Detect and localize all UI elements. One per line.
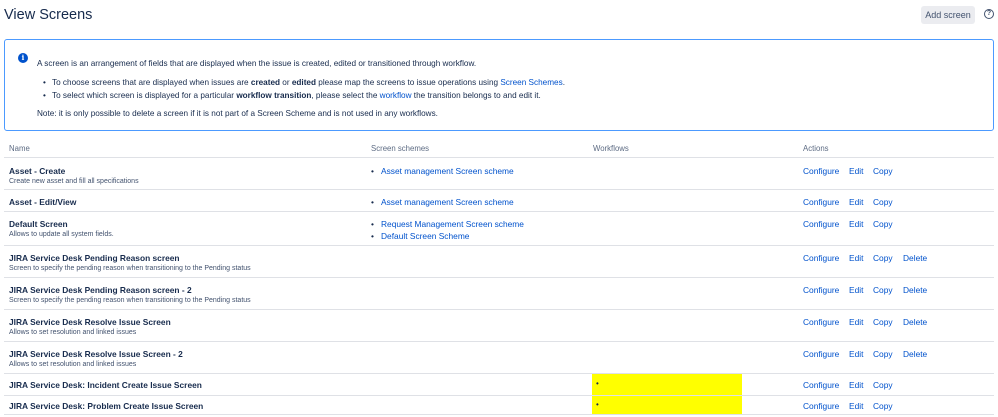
help-icon[interactable]: ? (984, 9, 994, 19)
row-divider (4, 189, 994, 190)
edit-link[interactable]: Edit (849, 166, 863, 176)
screen-name: JIRA Service Desk Resolve Issue Screen (9, 317, 171, 327)
workflow-highlight (592, 396, 742, 414)
text-edited: edited (291, 78, 316, 87)
edit-link[interactable]: Edit (849, 253, 863, 263)
copy-link[interactable]: Copy (873, 197, 893, 207)
screen-description: Allows to update all system fields. (9, 231, 114, 238)
row-divider (4, 341, 994, 342)
column-header-actions: Actions (803, 144, 829, 153)
screen-name: JIRA Service Desk Resolve Issue Screen -… (9, 349, 183, 359)
screen-scheme-link[interactable]: Asset management Screen scheme (371, 197, 514, 207)
delete-link[interactable]: Delete (903, 285, 927, 295)
copy-link[interactable]: Copy (873, 401, 893, 411)
copy-link[interactable]: Copy (873, 219, 893, 229)
configure-link[interactable]: Configure (803, 253, 839, 263)
info-note: Note: it is only possible to delete a sc… (37, 109, 438, 118)
configure-link[interactable]: Configure (803, 401, 839, 411)
text: To choose screens that are displayed whe… (52, 78, 251, 87)
screen-name: JIRA Service Desk: Incident Create Issue… (9, 380, 202, 390)
info-bullet-workflow: To select which screen is displayed for … (43, 91, 541, 100)
workflow-highlight (592, 374, 742, 395)
column-header-screen-schemes: Screen schemes (371, 144, 430, 153)
configure-link[interactable]: Configure (803, 166, 839, 176)
screen-description: Screen to specify the pending reason whe… (9, 297, 251, 304)
copy-link[interactable]: Copy (873, 380, 893, 390)
configure-link[interactable]: Configure (803, 219, 839, 229)
text: To select which screen is displayed for … (52, 91, 237, 100)
screen-scheme-link[interactable]: Asset management Screen scheme (371, 166, 514, 176)
screen-name: JIRA Service Desk Pending Reason screen … (9, 285, 192, 295)
text: , please select the (311, 91, 380, 100)
configure-link[interactable]: Configure (803, 317, 839, 327)
column-header-name: Name (9, 144, 30, 153)
text: please map the screens to issue operatio… (316, 78, 501, 87)
copy-link[interactable]: Copy (873, 253, 893, 263)
delete-link[interactable]: Delete (903, 317, 927, 327)
text: the transition belongs to and edit it. (411, 91, 541, 100)
edit-link[interactable]: Edit (849, 317, 863, 327)
row-divider (4, 211, 994, 212)
edit-link[interactable]: Edit (849, 197, 863, 207)
workflow-list-item: • (596, 400, 599, 409)
delete-link[interactable]: Delete (903, 253, 927, 263)
screen-description: Create new asset and fill all specificat… (9, 178, 139, 185)
add-screen-button[interactable]: Add screen (921, 6, 975, 24)
column-header-workflows: Workflows (593, 144, 629, 153)
edit-link[interactable]: Edit (849, 349, 863, 359)
screen-description: Allows to set resolution and linked issu… (9, 361, 137, 368)
edit-link[interactable]: Edit (849, 401, 863, 411)
workflow-link[interactable]: workflow (380, 91, 412, 100)
screen-scheme-link[interactable]: Request Management Screen scheme (371, 219, 524, 229)
configure-link[interactable]: Configure (803, 349, 839, 359)
info-icon: i (18, 53, 28, 63)
screen-name: Asset - Edit/View (9, 197, 77, 207)
screen-schemes-link[interactable]: Screen Schemes (500, 78, 562, 87)
copy-link[interactable]: Copy (873, 166, 893, 176)
screen-name: Asset - Create (9, 166, 66, 176)
page-title: View Screens (4, 7, 93, 23)
info-bullet-screen-schemes: To choose screens that are displayed whe… (43, 78, 565, 87)
copy-link[interactable]: Copy (873, 285, 893, 295)
info-message: i A screen is an arrangement of fields t… (4, 39, 994, 131)
workflow-list-item: • (596, 379, 599, 388)
row-divider (4, 395, 994, 396)
copy-link[interactable]: Copy (873, 349, 893, 359)
text: or (280, 78, 292, 87)
header-divider (4, 157, 994, 158)
row-divider (4, 277, 994, 278)
text: . (562, 78, 565, 87)
row-divider (4, 309, 994, 310)
screen-name: JIRA Service Desk: Problem Create Issue … (9, 401, 204, 411)
delete-link[interactable]: Delete (903, 349, 927, 359)
row-divider (4, 373, 994, 374)
screen-name: JIRA Service Desk Pending Reason screen (9, 253, 180, 263)
configure-link[interactable]: Configure (803, 197, 839, 207)
copy-link[interactable]: Copy (873, 317, 893, 327)
text-workflow-transition: workflow transition (236, 91, 312, 100)
text-created: created (250, 78, 281, 87)
screen-description: Allows to set resolution and linked issu… (9, 329, 137, 336)
screen-description: Screen to specify the pending reason whe… (9, 265, 251, 272)
screen-name: Default Screen (9, 219, 68, 229)
row-divider (4, 245, 994, 246)
info-intro: A screen is an arrangement of fields tha… (37, 59, 477, 68)
screen-scheme-link[interactable]: Default Screen Scheme (371, 231, 470, 241)
edit-link[interactable]: Edit (849, 380, 863, 390)
edit-link[interactable]: Edit (849, 219, 863, 229)
row-divider (4, 414, 994, 415)
edit-link[interactable]: Edit (849, 285, 863, 295)
configure-link[interactable]: Configure (803, 285, 839, 295)
configure-link[interactable]: Configure (803, 380, 839, 390)
